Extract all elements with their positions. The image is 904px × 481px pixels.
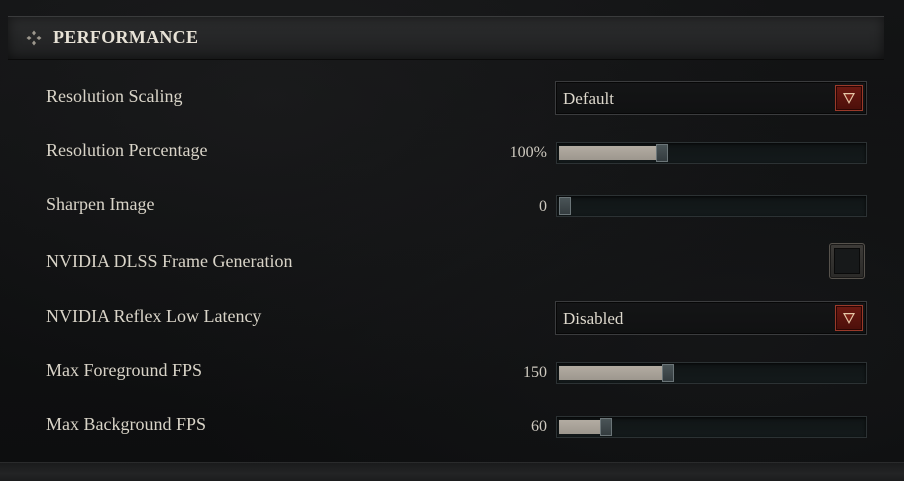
dlss-frame-generation-checkbox[interactable] (829, 243, 865, 279)
reflex-low-latency-value: Disabled (563, 309, 624, 328)
resolution-scaling-label: Resolution Scaling (46, 86, 183, 106)
section-header-performance[interactable]: PERFORMANCE (8, 16, 884, 60)
triangle-down-icon (843, 93, 855, 104)
resolution-percentage-label: Resolution Percentage (46, 140, 208, 160)
sharpen-image-slider[interactable] (556, 195, 867, 217)
slider-fill (559, 146, 657, 160)
max-background-fps-value: 60 (531, 418, 547, 435)
max-background-fps-slider[interactable] (556, 416, 867, 438)
resolution-scaling-value: Default (563, 89, 614, 108)
dropdown-arrow-button[interactable] (835, 85, 863, 111)
settings-panel: PERFORMANCE Resolution Scaling Default R… (0, 0, 904, 481)
resolution-percentage-slider[interactable] (556, 142, 867, 164)
panel-bottom-divider (0, 462, 904, 481)
reflex-low-latency-label: NVIDIA Reflex Low Latency (46, 306, 262, 326)
slider-handle[interactable] (662, 364, 674, 382)
max-foreground-fps-value: 150 (523, 364, 547, 381)
slider-fill (559, 366, 663, 380)
resolution-percentage-value: 100% (509, 144, 547, 161)
slider-handle[interactable] (656, 144, 668, 162)
section-title: PERFORMANCE (53, 27, 199, 47)
triangle-down-icon (843, 313, 855, 324)
max-foreground-fps-slider[interactable] (556, 362, 867, 384)
checkbox-box (834, 248, 860, 274)
slider-handle[interactable] (600, 418, 612, 436)
slider-handle[interactable] (559, 197, 571, 215)
dlss-frame-generation-label: NVIDIA DLSS Frame Generation (46, 251, 293, 271)
max-background-fps-label: Max Background FPS (46, 414, 207, 434)
dropdown-arrow-button[interactable] (835, 305, 863, 331)
slider-fill (559, 420, 601, 434)
resolution-scaling-dropdown[interactable]: Default (555, 81, 867, 115)
diamond-cross-icon (26, 30, 42, 46)
sharpen-image-label: Sharpen Image (46, 194, 155, 214)
max-foreground-fps-label: Max Foreground FPS (46, 360, 203, 380)
reflex-low-latency-dropdown[interactable]: Disabled (555, 301, 867, 335)
sharpen-image-value: 0 (539, 198, 547, 215)
